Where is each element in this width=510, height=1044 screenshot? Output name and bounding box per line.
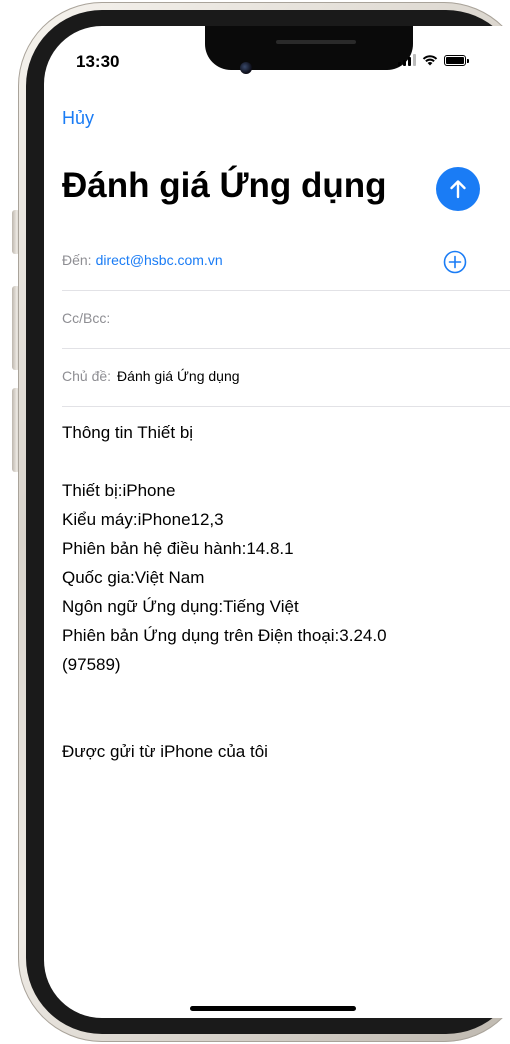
to-label: Đến:	[62, 252, 92, 268]
status-icons	[398, 54, 469, 66]
phone-screen: 13:30 Hủy Đánh giá Ứng dụng Đến: direct@…	[44, 26, 510, 1018]
ccbcc-label: Cc/Bcc:	[62, 310, 111, 326]
body-heading: Thông tin Thiết bị	[62, 423, 194, 442]
subject-label: Chủ đề:	[62, 368, 112, 384]
to-recipient[interactable]: direct@hsbc.com.vn	[96, 252, 223, 268]
home-indicator[interactable]	[190, 1006, 356, 1011]
divider	[62, 406, 510, 407]
divider	[62, 290, 510, 291]
body-line: Phiên bản hệ điều hành:14.8.1	[62, 539, 294, 558]
compose-title: Đánh giá Ứng dụng	[62, 166, 387, 205]
wifi-icon	[422, 55, 438, 66]
notch	[205, 26, 413, 70]
body-line: Kiểu máy:iPhone12,3	[62, 510, 224, 529]
subject-value[interactable]: Đánh giá Ứng dụng	[117, 368, 240, 384]
subject-field[interactable]: Chủ đề: Đánh giá Ứng dụng	[62, 368, 240, 384]
to-field[interactable]: Đến: direct@hsbc.com.vn	[62, 252, 223, 268]
plus-circle-icon	[443, 250, 467, 274]
arrow-up-icon	[450, 180, 466, 199]
phone-mockup: 13:30 Hủy Đánh giá Ứng dụng Đến: direct@…	[0, 0, 510, 1044]
front-camera-icon	[240, 62, 252, 74]
body-line: Phiên bản Ứng dụng trên Điện thoại:3.24.…	[62, 626, 387, 645]
status-time: 13:30	[76, 52, 120, 71]
ccbcc-field[interactable]: Cc/Bcc:	[62, 310, 110, 326]
body-line: Ngôn ngữ Ứng dụng:Tiếng Việt	[62, 597, 299, 616]
body-line: Thiết bị:iPhone	[62, 481, 176, 500]
message-body[interactable]: Thông tin Thiết bị Thiết bị:iPhone Kiểu …	[62, 418, 482, 766]
send-button[interactable]	[436, 167, 480, 211]
cancel-button[interactable]: Hủy	[62, 108, 94, 129]
body-line: (97589)	[62, 655, 121, 674]
divider	[62, 348, 510, 349]
cellular-signal-icon	[398, 54, 416, 66]
battery-icon	[444, 55, 469, 66]
add-recipient-button[interactable]	[443, 250, 467, 274]
speaker-grille	[276, 40, 356, 44]
body-line: Quốc gia:Việt Nam	[62, 568, 205, 587]
signature: Được gửi từ iPhone của tôi	[62, 742, 268, 761]
